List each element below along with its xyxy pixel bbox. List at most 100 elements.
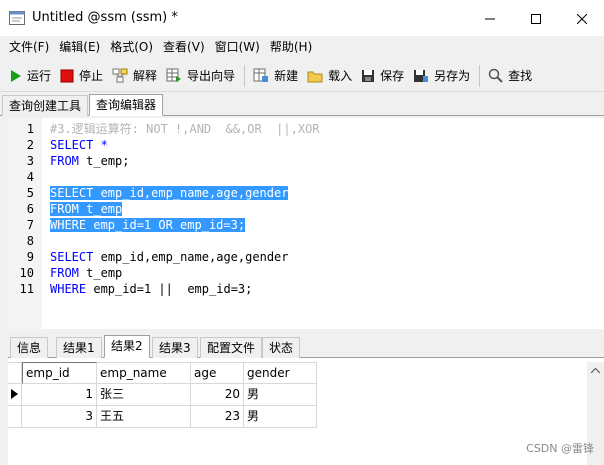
sql-text: ; <box>245 282 253 296</box>
toolbar: 运行 停止 解释 导出向导 新建 载入 保存 另存为 查找 <box>0 60 604 92</box>
save-as-label: 另存为 <box>434 69 471 83</box>
new-button[interactable]: 新建 <box>249 63 303 89</box>
result-tabs: 信息 结果1 结果2 结果3 配置文件 状态 <box>8 334 604 358</box>
comment-token: #3.逻辑运算符: NOT !,AND &&,OR ||,XOR <box>50 122 320 136</box>
sql-keyword: WHERE <box>50 282 87 296</box>
tab-info[interactable]: 信息 <box>10 337 49 358</box>
close-button[interactable] <box>559 4 604 34</box>
cell-age[interactable]: 20 <box>191 384 244 406</box>
explain-button[interactable]: 解释 <box>108 63 162 89</box>
menu-window[interactable]: 窗口(W) <box>210 36 265 58</box>
load-label: 载入 <box>328 69 353 83</box>
tab-status[interactable]: 状态 <box>262 337 301 358</box>
tab-profile[interactable]: 配置文件 <box>200 337 263 358</box>
export-wizard-button[interactable]: 导出向导 <box>162 63 240 89</box>
selected-text: FROM t_emp <box>50 202 123 216</box>
sql-editor[interactable]: 1 2 3 4 5 6 7 8 9 10 11 #3.逻辑运算符: NOT !,… <box>8 118 604 329</box>
sql-keyword: SELECT <box>50 138 94 152</box>
line-number: 4 <box>26 170 34 184</box>
sql-text: t_emp <box>86 266 123 280</box>
sql-text: || <box>158 282 173 296</box>
code-line-selected: WHERE emp_id=1 OR emp_id=3; <box>50 217 246 233</box>
find-label: 查找 <box>508 69 533 83</box>
stop-button[interactable]: 停止 <box>56 63 108 89</box>
tab-result2[interactable]: 结果2 <box>104 335 150 358</box>
sql-token: SELECT emp_id,emp_name,age,gender <box>50 250 289 264</box>
code-line-selected: FROM t_emp <box>50 201 123 217</box>
new-query-icon <box>253 68 269 82</box>
sql-text: = <box>230 282 238 296</box>
cell-emp-name[interactable]: 王五 <box>97 406 191 428</box>
column-header-emp-id[interactable]: emp_id <box>22 362 97 384</box>
code-line: FROM t_emp; <box>50 153 130 169</box>
cell-emp-id[interactable]: 3 <box>22 406 97 428</box>
save-button[interactable]: 保存 <box>357 63 409 89</box>
cell-emp-id[interactable]: 1 <box>22 384 97 406</box>
sql-text: = <box>136 282 144 296</box>
close-icon <box>577 14 587 24</box>
sql-token: FROM t_emp <box>50 266 122 280</box>
menu-file[interactable]: 文件(F) <box>4 36 54 58</box>
selected-text: SELECT emp_id,emp_name,age,gender <box>50 186 289 200</box>
column-header-age[interactable]: age <box>191 362 244 384</box>
stop-label: 停止 <box>79 69 104 83</box>
minimize-button[interactable] <box>467 4 513 34</box>
cell-age[interactable]: 23 <box>191 406 244 428</box>
code-line: FROM t_emp <box>50 265 122 281</box>
chevron-up-icon <box>591 368 600 373</box>
tab-result1[interactable]: 结果1 <box>56 337 102 358</box>
find-button[interactable]: 查找 <box>484 63 537 89</box>
column-header-emp-name[interactable]: emp_name <box>97 362 191 384</box>
menu-format[interactable]: 格式(O) <box>105 36 158 58</box>
tab-query-editor[interactable]: 查询编辑器 <box>89 94 164 116</box>
tab-result3[interactable]: 结果3 <box>152 337 198 358</box>
line-number-gutter: 1 2 3 4 5 6 7 8 9 10 11 <box>8 118 42 329</box>
sql-keyword: FROM <box>50 154 79 168</box>
play-icon <box>11 69 21 82</box>
sql-text: emp_id <box>187 282 231 296</box>
sql-text: emp_id <box>100 250 144 264</box>
sql-text: * <box>100 138 108 152</box>
sql-text: ; <box>122 154 130 168</box>
menu-view[interactable]: 查看(V) <box>158 36 210 58</box>
cell-emp-name[interactable]: 张三 <box>97 384 191 406</box>
explain-label: 解释 <box>133 69 158 83</box>
editor-tabs: 查询创建工具 查询编辑器 <box>0 92 604 116</box>
sql-token: FROM t_emp; <box>50 154 130 168</box>
line-number: 5 <box>26 186 34 200</box>
menu-bar: 文件(F) 编辑(E) 格式(O) 查看(V) 窗口(W) 帮助(H) <box>0 36 604 58</box>
run-label: 运行 <box>27 69 52 83</box>
window-title: Untitled @ssm (ssm) * <box>32 10 178 25</box>
watermark: CSDN @雷锋 <box>526 442 594 455</box>
maximize-button[interactable] <box>513 4 559 34</box>
line-number: 7 <box>26 218 34 232</box>
stop-icon <box>60 69 74 82</box>
code-line: #3.逻辑运算符: NOT !,AND &&,OR ||,XOR <box>50 121 320 137</box>
result-grid: emp_id emp_name age gender 1 张三 20 男 3 王… <box>8 358 604 465</box>
scroll-up-button[interactable] <box>587 362 604 379</box>
title-bar: Untitled @ssm (ssm) * <box>0 0 604 36</box>
line-number: 8 <box>26 234 34 248</box>
table-row[interactable]: 1 张三 20 男 <box>8 384 317 406</box>
toolbar-separator <box>244 64 246 87</box>
maximize-icon <box>531 14 541 24</box>
save-as-button[interactable]: 另存为 <box>409 63 475 89</box>
load-button[interactable]: 载入 <box>303 63 357 89</box>
table-row[interactable]: 3 王五 23 男 <box>8 406 317 428</box>
sql-text: emp_name <box>151 250 209 264</box>
grid-header: emp_id emp_name age gender <box>8 362 317 384</box>
menu-edit[interactable]: 编辑(E) <box>54 36 105 58</box>
line-number: 10 <box>19 266 34 280</box>
column-header-gender[interactable]: gender <box>244 362 317 384</box>
cell-gender[interactable]: 男 <box>244 406 317 428</box>
menu-help[interactable]: 帮助(H) <box>265 36 317 58</box>
sql-text: gender <box>245 250 289 264</box>
cell-gender[interactable]: 男 <box>244 384 317 406</box>
run-button[interactable]: 运行 <box>6 63 56 89</box>
code-line: SELECT emp_id,emp_name,age,gender <box>50 249 289 265</box>
toolbar-separator <box>479 64 481 87</box>
row-indicator-header <box>8 362 22 384</box>
tab-query-builder[interactable]: 查询创建工具 <box>2 95 89 116</box>
